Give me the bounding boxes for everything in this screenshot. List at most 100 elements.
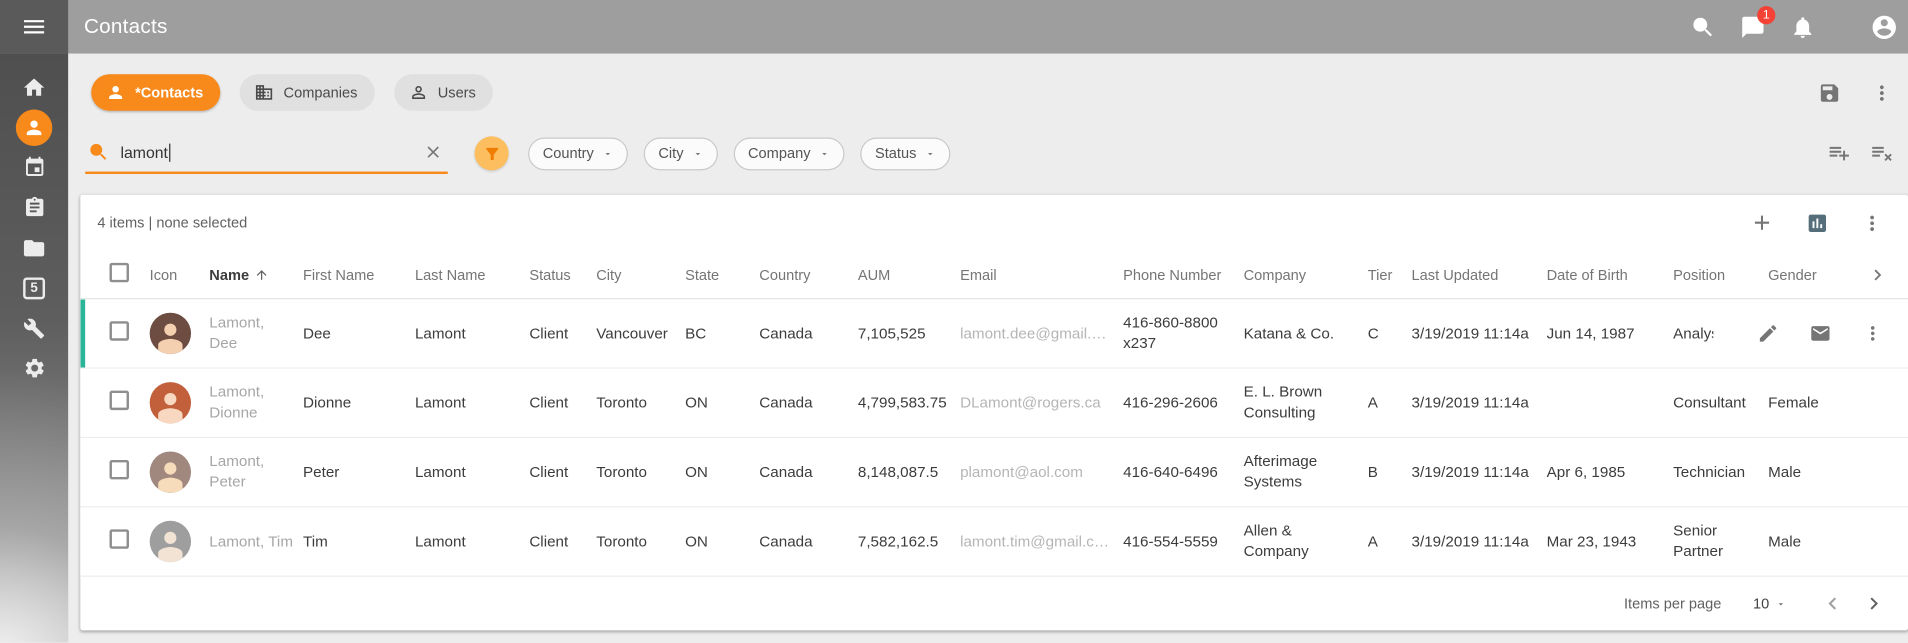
column-header-email[interactable]: Email (960, 266, 1123, 283)
tab-contacts[interactable]: *Contacts (91, 74, 220, 111)
column-header-company[interactable]: Company (1244, 266, 1368, 283)
menu-button[interactable] (0, 0, 68, 54)
calendar-icon (23, 156, 46, 179)
account-icon (1870, 13, 1898, 41)
more-columns-button[interactable] (1867, 263, 1908, 285)
kebab-icon (1870, 82, 1893, 105)
sidebar-item-calendar[interactable] (0, 147, 68, 187)
filter-status[interactable]: Status (860, 137, 950, 170)
column-header-country[interactable]: Country (759, 266, 858, 283)
edit-button[interactable] (1757, 322, 1779, 344)
chart-view-button[interactable] (1806, 211, 1829, 234)
column-header-status[interactable]: Status (529, 266, 596, 283)
email-button[interactable] (1809, 322, 1831, 344)
sidebar-item-accounts[interactable]: 5 (0, 268, 68, 308)
sidebar-item-tasks[interactable] (0, 187, 68, 227)
settings-gear-icon (23, 357, 46, 380)
table-overflow-button[interactable] (1861, 211, 1884, 234)
sidebar-item-contacts[interactable] (0, 107, 68, 147)
contacts-icon (23, 116, 45, 138)
filter-city[interactable]: City (644, 137, 718, 170)
row-checkbox[interactable] (110, 321, 129, 340)
messages-button[interactable]: 1 (1738, 12, 1767, 41)
view-overflow-button[interactable] (1870, 82, 1893, 105)
building-icon (254, 83, 273, 102)
row-checkbox[interactable] (110, 390, 129, 409)
filter-label: Country (543, 145, 594, 162)
filter-company[interactable]: Company (733, 137, 844, 170)
tab-companies[interactable]: Companies (240, 74, 375, 111)
table-row[interactable]: Lamont, Dee Dee Lamont Client Vancouver … (80, 299, 1908, 368)
column-header-phone[interactable]: Phone Number (1123, 266, 1243, 283)
column-header-gender[interactable]: Gender (1768, 266, 1835, 283)
add-contact-button[interactable] (1750, 211, 1774, 235)
number5-icon: 5 (23, 277, 45, 299)
person-outline-icon (409, 83, 428, 102)
table-row[interactable]: Lamont, Dionne Dionne Lamont Client Toro… (80, 369, 1908, 438)
cell-position: Technician (1673, 462, 1768, 483)
hamburger-icon (21, 13, 48, 40)
search-value: lamont (120, 143, 167, 161)
cell-phone: 416-860-8800 x237 (1123, 313, 1243, 354)
topbar-actions: 1 (1688, 12, 1908, 41)
cell-name: Lamont, Dionne (209, 382, 303, 423)
sidebar-item-tools[interactable] (0, 308, 68, 348)
cell-state: ON (685, 531, 759, 552)
filter-label: Status (875, 145, 916, 162)
account-button[interactable] (1869, 12, 1898, 41)
save-button[interactable] (1818, 82, 1841, 105)
search-button[interactable] (1688, 12, 1717, 41)
clear-sort-button[interactable] (1870, 141, 1893, 164)
cell-dob: Mar 23, 1943 (1547, 531, 1674, 552)
chevron-down-icon (819, 148, 830, 159)
page-size-select[interactable]: 10 (1753, 595, 1786, 612)
notifications-button[interactable] (1788, 12, 1817, 41)
cell-dob: Jun 14, 1987 (1547, 323, 1674, 344)
row-checkbox[interactable] (110, 529, 129, 548)
person-photo-icon (152, 387, 189, 424)
table-row[interactable]: Lamont, Tim Tim Lamont Client Toronto ON… (80, 507, 1908, 576)
view-actions (1818, 82, 1893, 105)
row-actions (1713, 322, 1908, 344)
column-header-first-name[interactable]: First Name (303, 266, 415, 283)
tab-label: Users (438, 84, 476, 101)
sidebar-item-home[interactable] (0, 67, 68, 107)
tab-users[interactable]: Users (394, 74, 493, 111)
column-header-city[interactable]: City (596, 266, 685, 283)
filter-button[interactable] (475, 136, 509, 170)
cell-status: Client (529, 392, 596, 413)
items-per-page-label: Items per page (1624, 595, 1721, 612)
column-header-tier[interactable]: Tier (1368, 266, 1412, 283)
column-header-position[interactable]: Position (1673, 266, 1768, 283)
select-all-checkbox[interactable] (110, 263, 129, 282)
cell-last-name: Lamont (415, 323, 529, 344)
add-sort-button[interactable] (1828, 141, 1851, 164)
column-header-last-updated[interactable]: Last Updated (1412, 266, 1547, 283)
search-input[interactable]: lamont (85, 133, 448, 174)
kebab-icon (1861, 211, 1884, 234)
cell-first-name: Dee (303, 323, 415, 344)
cell-phone: 416-296-2606 (1123, 392, 1243, 413)
column-header-name[interactable]: Name (209, 266, 303, 283)
previous-page-button[interactable] (1820, 591, 1844, 615)
filter-label: City (658, 145, 683, 162)
cell-last-name: Lamont (415, 531, 529, 552)
cell-name: Lamont, Tim (209, 531, 303, 552)
row-overflow-button[interactable] (1862, 322, 1884, 344)
next-page-button[interactable] (1862, 591, 1886, 615)
column-header-aum[interactable]: AUM (858, 266, 960, 283)
sidebar-item-documents[interactable] (0, 228, 68, 268)
column-header-last-name[interactable]: Last Name (415, 266, 529, 283)
bar-chart-icon (1806, 211, 1829, 234)
playlist-add-icon (1828, 141, 1851, 164)
table-row[interactable]: Lamont, Peter Peter Lamont Client Toront… (80, 438, 1908, 507)
column-header-state[interactable]: State (685, 266, 759, 283)
sidebar-item-settings[interactable] (0, 348, 68, 388)
filter-country[interactable]: Country (528, 137, 628, 170)
column-header-dob[interactable]: Date of Birth (1547, 266, 1674, 283)
cell-country: Canada (759, 531, 858, 552)
column-header-icon[interactable]: Icon (150, 266, 210, 283)
row-checkbox[interactable] (110, 459, 129, 478)
clear-search-button[interactable] (423, 142, 442, 161)
cell-tier: B (1368, 462, 1412, 483)
